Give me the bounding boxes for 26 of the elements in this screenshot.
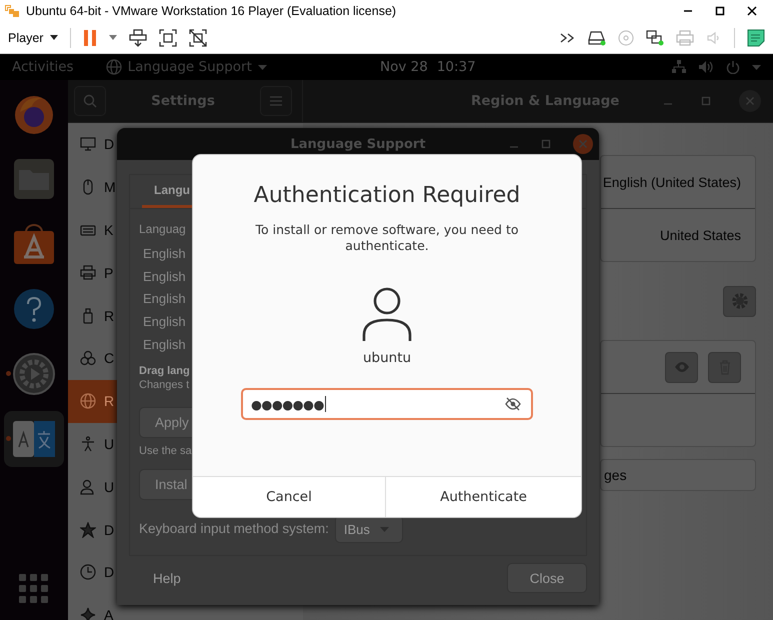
- dialog-message: To install or remove software, you need to authenticate.: [254, 222, 520, 254]
- sidebar-label: C: [104, 350, 114, 366]
- panel-title: Region & Language: [471, 93, 620, 109]
- sidebar-label: D: [104, 522, 114, 538]
- keyboard-label: Keyboard input method system:: [139, 522, 329, 536]
- sidebar-label: U: [104, 478, 114, 495]
- sidebar-label: D: [104, 564, 114, 580]
- sidebar-label: R: [104, 308, 114, 324]
- sidebar-label: D: [104, 136, 114, 152]
- window-title: Ubuntu 64-bit - VMware Workstation 16 Player (Evaluation license): [26, 4, 396, 18]
- setting-value: English (United States): [602, 174, 741, 190]
- window-title: Language Support: [290, 136, 426, 152]
- user-name: ubuntu: [362, 350, 412, 366]
- dialog-title: Authentication Required: [254, 183, 520, 208]
- sidebar-label: U: [104, 436, 114, 452]
- sidebar-label: M: [104, 179, 116, 196]
- list-label: Languag: [139, 221, 186, 237]
- hint-text: Use the sa: [139, 444, 192, 458]
- sidebar-label: P: [104, 264, 114, 281]
- sidebar-label: R: [104, 393, 114, 410]
- window-title: Settings: [151, 93, 215, 109]
- sidebar-label: A: [104, 607, 114, 620]
- hint-text: Changes t: [139, 378, 190, 392]
- hint-title: Drag lang: [139, 364, 190, 378]
- sidebar-label: K: [104, 222, 114, 238]
- setting-value: United States: [660, 228, 741, 242]
